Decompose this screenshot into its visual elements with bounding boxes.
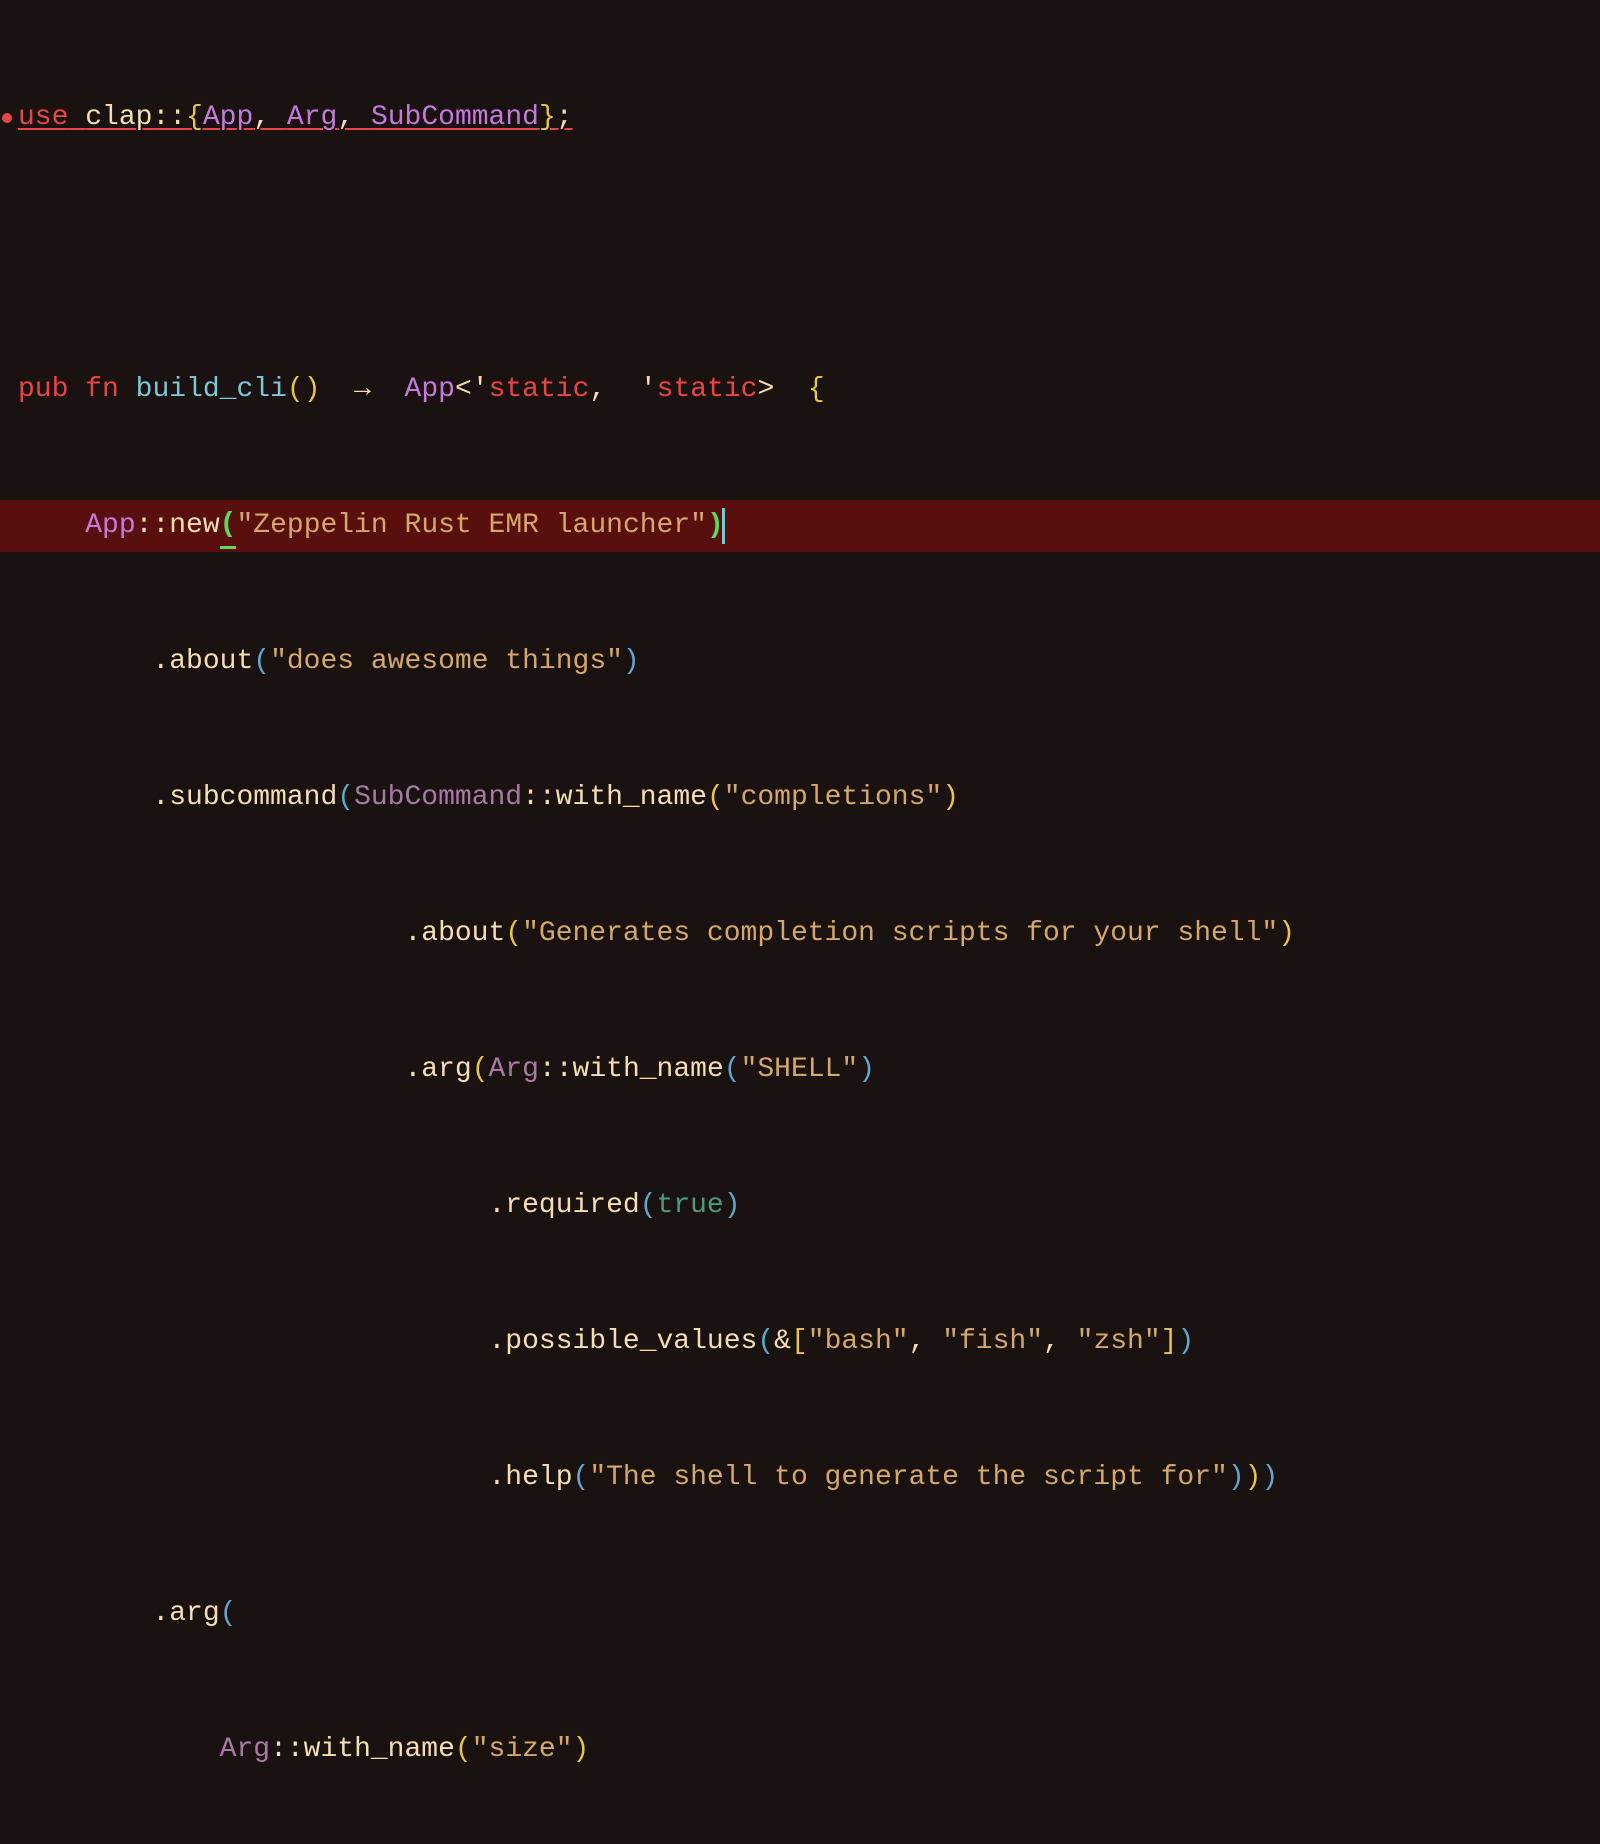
code-line[interactable] xyxy=(0,228,1600,280)
code-line[interactable]: .subcommand(SubCommand::with_name("compl… xyxy=(0,772,1600,824)
string-literal: "Generates completion scripts for your s… xyxy=(522,913,1278,955)
import-type: SubCommand xyxy=(371,102,539,133)
method-call: possible_values xyxy=(505,1321,757,1363)
code-line[interactable]: .help("The shell to generate the script … xyxy=(0,1452,1600,1504)
string-literal: "fish" xyxy=(942,1321,1043,1363)
keyword-pub: pub xyxy=(18,369,68,411)
import-type: Arg xyxy=(287,102,337,133)
keyword-use: use xyxy=(18,102,68,133)
code-line[interactable]: pub fn build_cli() → App<'static, 'stati… xyxy=(0,364,1600,416)
method-call: new xyxy=(169,505,219,547)
lifetime: static xyxy=(657,369,758,411)
method-call: subcommand xyxy=(169,777,337,819)
code-line[interactable]: .about("Generates completion scripts for… xyxy=(0,908,1600,960)
code-editor[interactable]: use clap::{App, Arg, SubCommand}; pub fn… xyxy=(0,8,1600,1844)
arrow: → xyxy=(354,369,371,411)
cursor-icon xyxy=(722,508,725,544)
method-call: with_name xyxy=(573,1049,724,1091)
string-literal: "completions" xyxy=(724,777,942,819)
gutter-marker-icon xyxy=(2,113,12,123)
function-name: build_cli xyxy=(136,369,287,411)
string-literal: "SHELL" xyxy=(741,1049,859,1091)
method-call: with_name xyxy=(304,1729,455,1771)
method-call: help xyxy=(505,1457,572,1499)
keyword-fn: fn xyxy=(85,369,119,411)
string-literal: "The shell to generate the script for" xyxy=(589,1457,1228,1499)
code-line[interactable]: .required(true) xyxy=(0,1180,1600,1232)
lifetime: static xyxy=(489,369,590,411)
module-name: clap xyxy=(85,102,152,133)
method-call: with_name xyxy=(556,777,707,819)
code-line[interactable]: .arg(Arg::with_name("SHELL") xyxy=(0,1044,1600,1096)
code-line[interactable]: use clap::{App, Arg, SubCommand}; xyxy=(0,92,1600,144)
string-literal: "bash" xyxy=(808,1321,909,1363)
code-line[interactable]: Arg::with_name("size") xyxy=(0,1724,1600,1776)
code-line[interactable]: .arg( xyxy=(0,1588,1600,1640)
method-call: arg xyxy=(169,1593,219,1635)
code-line[interactable]: .about("does awesome things") xyxy=(0,636,1600,688)
method-call: arg xyxy=(421,1049,471,1091)
type: Arg xyxy=(489,1049,539,1091)
code-line-active[interactable]: App::new("Zeppelin Rust EMR launcher") xyxy=(0,500,1600,552)
string-literal: "size" xyxy=(472,1729,573,1771)
type: Arg xyxy=(220,1729,270,1771)
method-call: about xyxy=(421,913,505,955)
type: App xyxy=(85,505,135,547)
string-literal: "does awesome things" xyxy=(270,641,623,683)
return-type: App xyxy=(405,369,455,411)
code-line[interactable]: .possible_values(&["bash", "fish", "zsh"… xyxy=(0,1316,1600,1368)
method-call: required xyxy=(505,1185,639,1227)
string-literal: "zsh" xyxy=(1077,1321,1161,1363)
string-literal: "Zeppelin Rust EMR launcher" xyxy=(236,505,706,547)
bool-literal: true xyxy=(657,1185,724,1227)
import-type: App xyxy=(203,102,253,133)
type: SubCommand xyxy=(354,777,522,819)
method-call: about xyxy=(169,641,253,683)
